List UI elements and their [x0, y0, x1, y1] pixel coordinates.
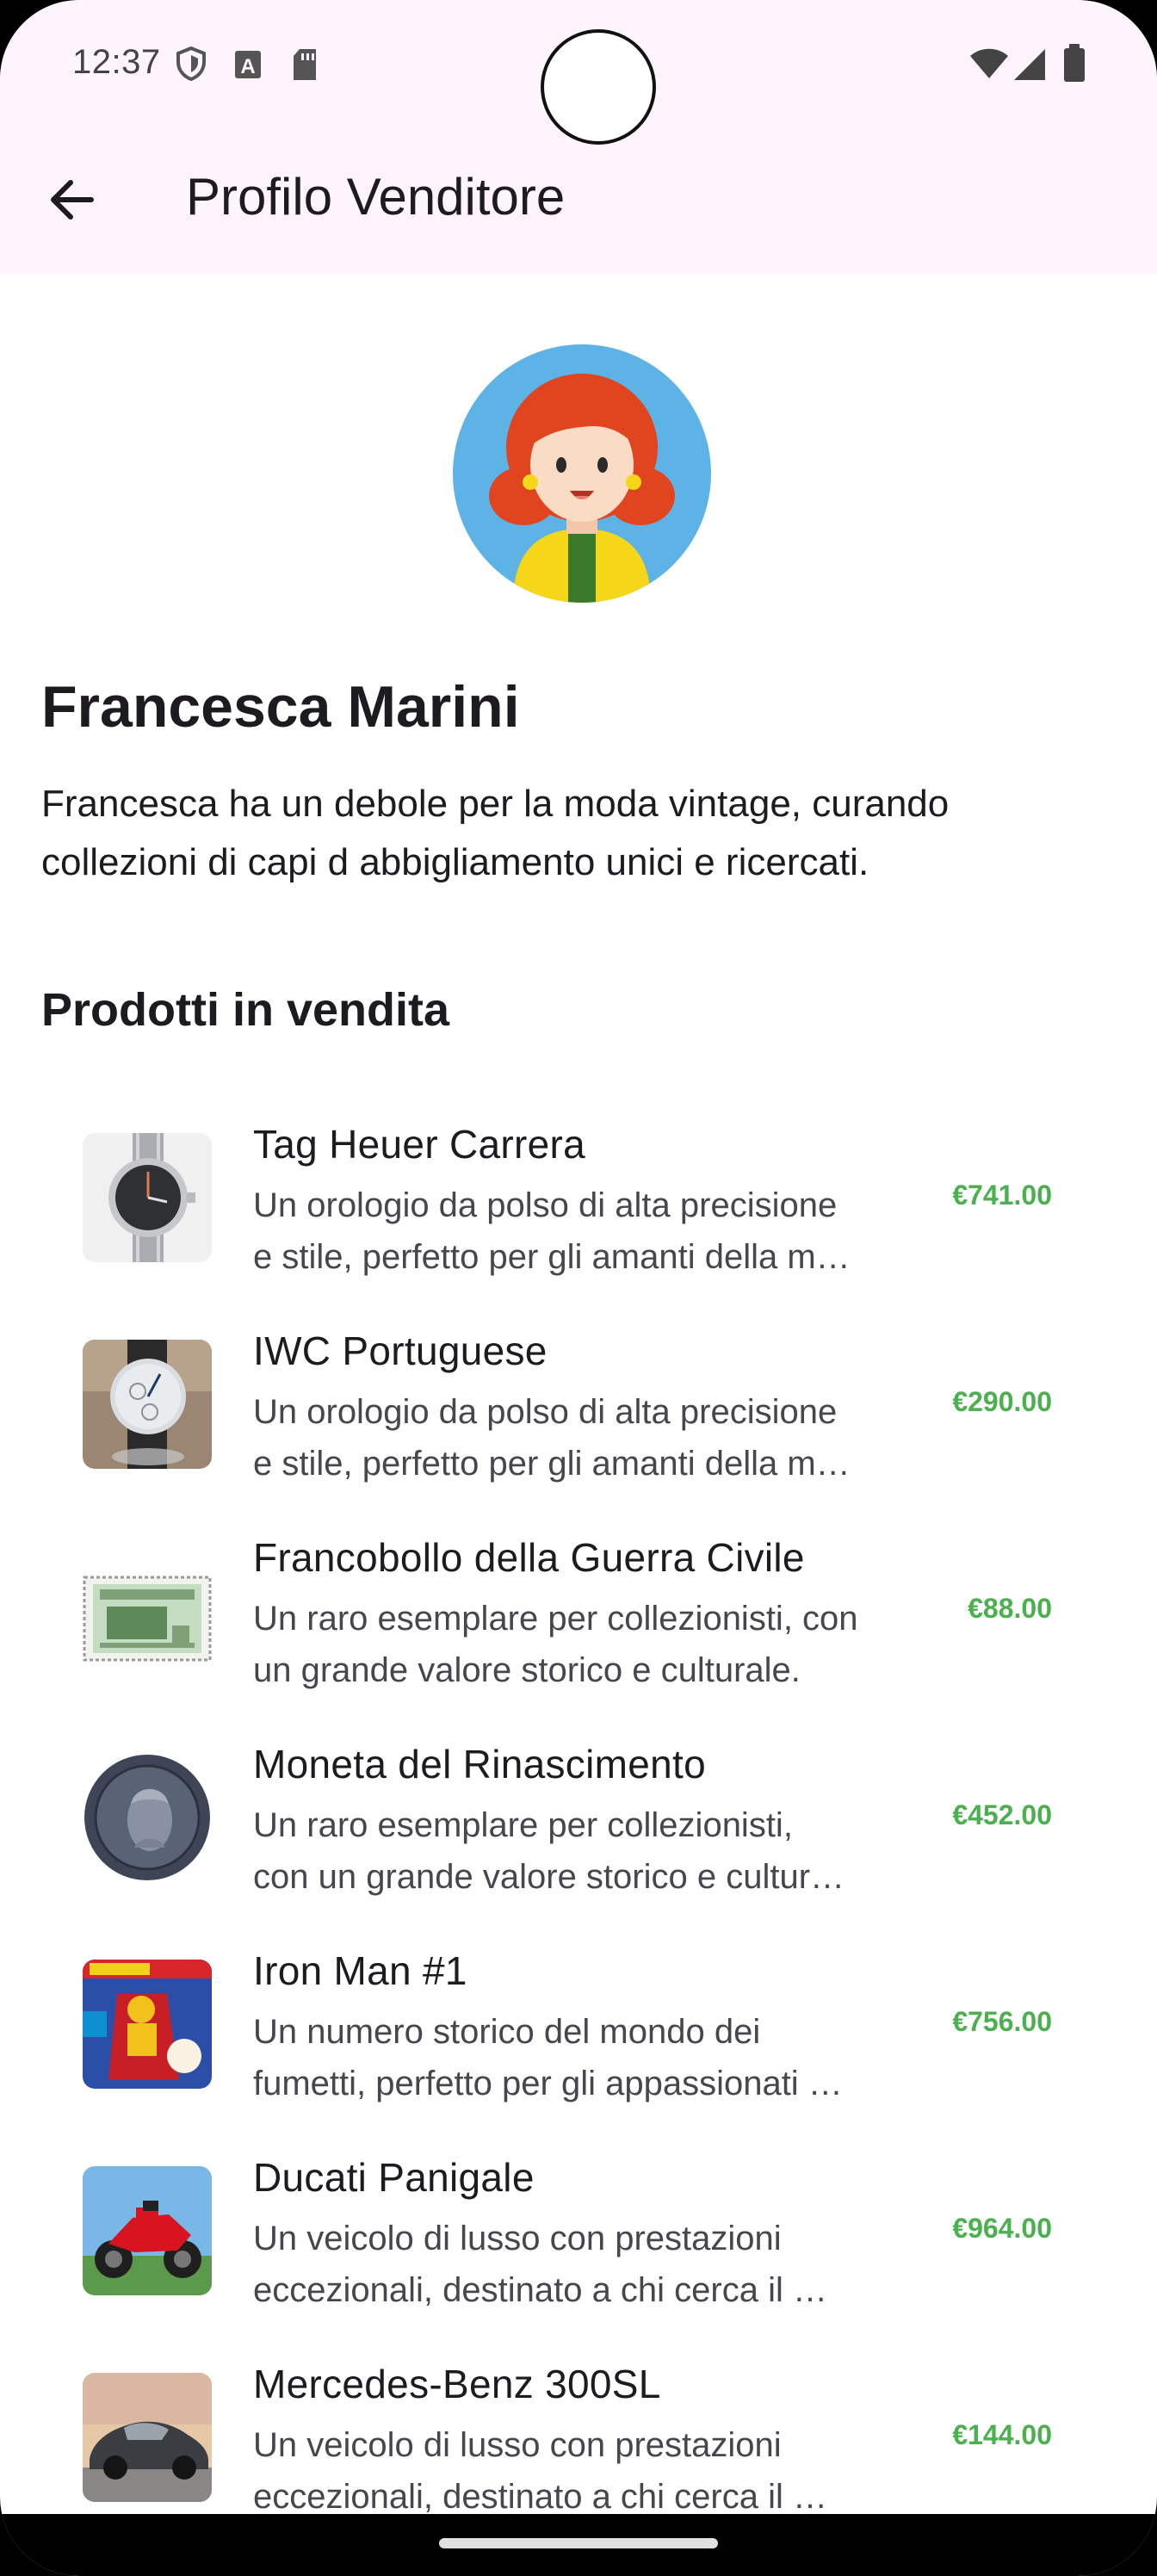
wifi-icon	[969, 48, 1009, 84]
product-description-line: eccezionali, destinato a chi cerca il …	[253, 2271, 827, 2309]
sd-card-icon	[291, 48, 319, 85]
product-title: Iron Man #1	[253, 1948, 467, 1993]
screen: 12:37 A Profilo Venditore Francesca Mari…	[0, 0, 1157, 2576]
product-description: Un numero storico del mondo dei fumetti,…	[253, 2006, 907, 2109]
a-badge-icon: A	[234, 50, 262, 84]
shield-icon	[176, 46, 207, 85]
seller-bio-line: Francesca ha un debole per la moda vinta…	[41, 783, 950, 825]
comic-image	[83, 1960, 212, 2089]
product-description-line: e stile, perfetto per gli amanti della m…	[253, 1445, 851, 1483]
product-description-line: e stile, perfetto per gli amanti della m…	[253, 1238, 851, 1276]
stamp-image	[83, 1546, 212, 1675]
avatar	[453, 344, 711, 603]
seller-name: Francesca Marini	[41, 674, 520, 740]
back-button[interactable]	[43, 170, 102, 229]
product-list-item[interactable]: Ducati Panigale Un veicolo di lusso con …	[0, 2140, 1157, 2347]
signal-icon	[1012, 48, 1047, 85]
home-gesture-handle[interactable]	[439, 2538, 718, 2548]
product-description: Un raro esemplare per collezionisti, con…	[253, 1799, 907, 1903]
coin-image	[83, 1753, 212, 1882]
watch-image	[83, 1340, 212, 1469]
product-title: IWC Portuguese	[253, 1328, 548, 1373]
product-description-line: Un numero storico del mondo dei	[253, 2013, 761, 2051]
product-title: Tag Heuer Carrera	[253, 1122, 586, 1167]
product-description-line: Un orologio da polso di alta precisione	[253, 1393, 838, 1431]
page-title: Profilo Venditore	[186, 168, 566, 226]
products-section-title: Prodotti in vendita	[41, 984, 450, 1036]
product-price: €88.00	[968, 1593, 1052, 1624]
watch-image	[83, 1133, 212, 1262]
product-description-line: Un orologio da polso di alta precisione	[253, 1186, 838, 1224]
product-title: Moneta del Rinascimento	[253, 1742, 706, 1786]
motorcycle-image	[83, 2166, 212, 2295]
product-title: Mercedes-Benz 300SL	[253, 2362, 661, 2406]
product-price: €741.00	[952, 1180, 1052, 1211]
product-description: Un orologio da polso di alta precisione …	[253, 1180, 907, 1283]
product-price: €964.00	[952, 2213, 1052, 2244]
product-price: €290.00	[952, 1386, 1052, 1417]
seller-bio: Francesca ha un debole per la moda vinta…	[41, 775, 1109, 892]
product-list-item[interactable]: Francobollo della Guerra Civile Un raro …	[0, 1520, 1157, 1727]
product-price: €452.00	[952, 1799, 1052, 1830]
seller-bio-line: collezioni di capi d abbigliamento unici…	[41, 841, 869, 883]
product-description: Un veicolo di lusso con prestazioni ecce…	[253, 2419, 907, 2523]
product-title: Ducati Panigale	[253, 2155, 535, 2200]
status-bar: 12:37 A	[0, 0, 1157, 145]
product-description-line: Un veicolo di lusso con prestazioni	[253, 2426, 782, 2464]
product-list-item[interactable]: Iron Man #1 Un numero storico del mondo …	[0, 1934, 1157, 2140]
status-time: 12:37	[72, 43, 161, 81]
product-price: €756.00	[952, 2006, 1052, 2037]
front-camera	[541, 29, 656, 145]
product-description-line: fumetti, perfetto per gli appassionati …	[253, 2065, 843, 2102]
product-description-line: con un grande valore storico e cultur…	[253, 1858, 845, 1896]
product-description: Un orologio da polso di alta precisione …	[253, 1386, 907, 1489]
product-description-line: Un raro esemplare per collezionisti,	[253, 1806, 793, 1844]
product-description-line: Un veicolo di lusso con prestazioni	[253, 2220, 782, 2257]
product-description: Un veicolo di lusso con prestazioni ecce…	[253, 2213, 907, 2316]
product-title: Francobollo della Guerra Civile	[253, 1535, 805, 1580]
product-list: Tag Heuer Carrera Un orologio da polso d…	[0, 1107, 1157, 2554]
svg-text:A: A	[240, 55, 255, 78]
product-price: €144.00	[952, 2419, 1052, 2450]
car-image	[83, 2373, 212, 2502]
product-description: Un raro esemplare per collezionisti, con…	[253, 1593, 907, 1696]
product-list-item[interactable]: IWC Portuguese Un orologio da polso di a…	[0, 1314, 1157, 1520]
product-list-item[interactable]: Moneta del Rinascimento Un raro esemplar…	[0, 1727, 1157, 1934]
top-area: 12:37 A Profilo Venditore	[0, 0, 1157, 274]
battery-icon	[1062, 43, 1086, 87]
arrow-back-icon	[51, 180, 94, 220]
product-list-item[interactable]: Tag Heuer Carrera Un orologio da polso d…	[0, 1107, 1157, 1314]
product-description-line: un grande valore storico e culturale.	[253, 1651, 801, 1689]
product-description-line: Un raro esemplare per collezionisti, con	[253, 1600, 858, 1638]
